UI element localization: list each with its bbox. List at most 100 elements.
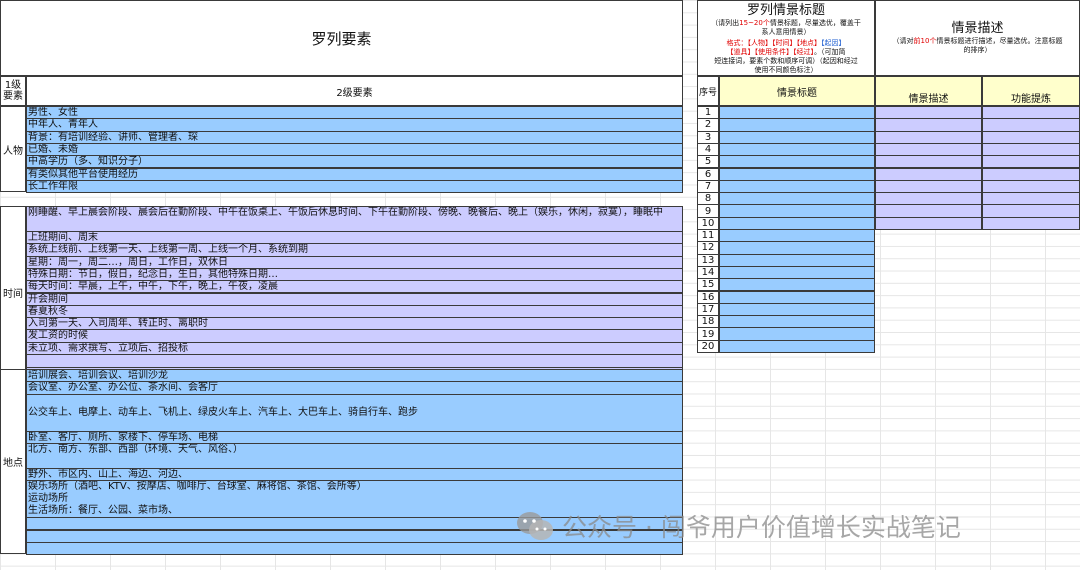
element-row[interactable]: 男性、女性 [26, 106, 683, 120]
scene-title-header: 情景标题 [719, 76, 875, 106]
scene-desc-cell[interactable] [875, 192, 982, 206]
element-row[interactable]: 北方、南方、东部、西部（环境、天气、风俗、） [26, 442, 683, 469]
wechat-icon [517, 512, 553, 540]
index-cell: 18 [697, 315, 719, 329]
element-row[interactable]: 长工作年限 [26, 179, 683, 194]
scene-title-cell[interactable] [719, 167, 875, 181]
element-row[interactable]: 卧室、客厅、厕所、家楼下、停车场、电梯 [26, 430, 683, 444]
index-cell: 15 [697, 278, 719, 292]
index-cell: 6 [697, 167, 719, 181]
element-row[interactable]: 特殊日期：节日，假日，纪念日，生日，其他特殊日期… [26, 267, 683, 282]
index-cell: 11 [697, 229, 719, 243]
element-row[interactable] [26, 354, 683, 368]
element-row[interactable]: 系统上线前、上线第一天、上线第一周、上线一个月、系统到期 [26, 243, 683, 257]
index-cell: 7 [697, 179, 719, 194]
index-cell: 19 [697, 327, 719, 341]
element-row[interactable]: 中高学历（多、知识分子） [26, 155, 683, 169]
scene-title-cell[interactable] [719, 339, 875, 353]
scene-title-cell[interactable] [719, 265, 875, 280]
element-row[interactable]: 入司第一天、入司周年、转正时、离职时 [26, 317, 683, 331]
index-cell: 2 [697, 118, 719, 132]
element-row[interactable]: 上班期间、周末 [26, 231, 683, 245]
index-cell: 4 [697, 142, 719, 157]
scene-desc-cell[interactable] [875, 216, 982, 230]
scene-desc-cell[interactable] [875, 155, 982, 169]
scene-title-cell[interactable] [719, 253, 875, 267]
function-cell[interactable] [982, 130, 1080, 144]
scene-desc-cell[interactable] [875, 204, 982, 218]
left-title-text: 罗列要素 [311, 29, 372, 48]
index-cell: 10 [697, 216, 719, 230]
scene-title-cell[interactable] [719, 179, 875, 194]
scene-title-cell[interactable] [719, 315, 875, 329]
function-cell[interactable] [982, 106, 1080, 120]
scene-title-cell[interactable] [719, 278, 875, 292]
index-cell: 8 [697, 192, 719, 206]
right-title: 罗列情景标题 [746, 3, 825, 18]
group-label-2: 地点 [0, 369, 26, 555]
element-row[interactable]: 刚睡醒、早上晨会阶段、晨会后在勤阶段、中午在饭桌上、午饭后休息时间、下午在勤阶段… [26, 206, 683, 232]
index-cell: 16 [697, 290, 719, 304]
element-row[interactable]: 星期：周一，周二…，周日，工作日，双休日 [26, 255, 683, 269]
scene-title-cell[interactable] [719, 216, 875, 230]
scene-desc-header: 情景描述 [875, 76, 982, 106]
function-cell[interactable] [982, 142, 1080, 157]
index-cell: 3 [697, 130, 719, 144]
element-row[interactable]: 背景：有培训经验、讲师、管理者、琛 [26, 130, 683, 144]
scene-title-cell[interactable] [719, 130, 875, 144]
scene-title-cell[interactable] [719, 290, 875, 304]
index-cell: 17 [697, 302, 719, 317]
scene-desc-cell[interactable] [875, 179, 982, 194]
index-cell: 13 [697, 253, 719, 267]
element-row[interactable]: 培训展会、培训会议、培训沙龙 [26, 369, 683, 383]
element-row[interactable]: 会议室、办公室、办公位、茶水间、会客厅 [26, 381, 683, 395]
function-cell[interactable] [982, 204, 1080, 218]
element-row[interactable]: 已婚、未婚 [26, 142, 683, 157]
scene-title-cell[interactable] [719, 106, 875, 120]
element-row[interactable]: 春夏秋冬 [26, 304, 683, 319]
scene-desc-cell[interactable] [875, 142, 982, 157]
scene-title-cell[interactable] [719, 302, 875, 317]
index-cell: 12 [697, 241, 719, 255]
right-table-title-block: 罗列情景标题 （请列出15~20个情景标题，尽量选优，覆盖干 系人意用情景） 格… [697, 0, 875, 76]
scene-title-cell[interactable] [719, 204, 875, 218]
scene-desc-cell[interactable] [875, 106, 982, 120]
scene-title-cell[interactable] [719, 241, 875, 255]
scene-title-cell[interactable] [719, 155, 875, 169]
index-cell: 5 [697, 155, 719, 169]
element-row[interactable]: 公交车上、电摩上、动车上、飞机上、绿皮火车上、汽车上、大巴车上、骑自行车、跑步 [26, 393, 683, 432]
index-cell: 14 [697, 265, 719, 280]
index-header: 序号 [697, 76, 719, 106]
scene-title-cell[interactable] [719, 327, 875, 341]
watermark-text: 公众号 · 闯爷用户价值增长实战笔记 [562, 513, 961, 542]
scene-desc-cell[interactable] [875, 130, 982, 144]
function-cell[interactable] [982, 155, 1080, 169]
scene-desc-cell[interactable] [875, 167, 982, 181]
index-cell: 9 [697, 204, 719, 218]
scene-title-cell[interactable] [719, 192, 875, 206]
function-cell[interactable] [982, 118, 1080, 132]
desc-title-block: 情景描述 （请对前10个情景标题进行描述，尽量选优。注意标题 的排序） [875, 0, 1080, 76]
scene-title-cell[interactable] [719, 118, 875, 132]
element-row[interactable]: 中年人、青年人 [26, 118, 683, 132]
group-label-0: 人物 [0, 106, 26, 193]
function-cell[interactable] [982, 216, 1080, 230]
element-row[interactable]: 野外、市区内、山上、海边、河边、 [26, 467, 683, 482]
element-row[interactable]: 开会期间 [26, 292, 683, 306]
function-cell[interactable] [982, 179, 1080, 194]
scene-desc-cell[interactable] [875, 118, 982, 132]
function-header: 功能提炼 [982, 76, 1080, 106]
desc-title: 情景描述 [951, 21, 1004, 36]
element-row[interactable]: 有类似其他平台使用经历 [26, 167, 683, 181]
left-table-title: 罗列要素 [0, 0, 683, 76]
element-row[interactable]: 发工资的时候 [26, 329, 683, 343]
function-cell[interactable] [982, 192, 1080, 206]
element-row[interactable]: 未立项、需求撰写、立项后、招投标 [26, 341, 683, 355]
group-label-1: 时间 [0, 206, 26, 379]
scene-title-cell[interactable] [719, 229, 875, 243]
level2-header: 2级要素 [26, 76, 683, 106]
index-cell: 20 [697, 339, 719, 353]
scene-title-cell[interactable] [719, 142, 875, 157]
function-cell[interactable] [982, 167, 1080, 181]
element-row[interactable]: 每天时间：早晨，上午，中午，下午，晚上，午夜，凌晨 [26, 280, 683, 294]
